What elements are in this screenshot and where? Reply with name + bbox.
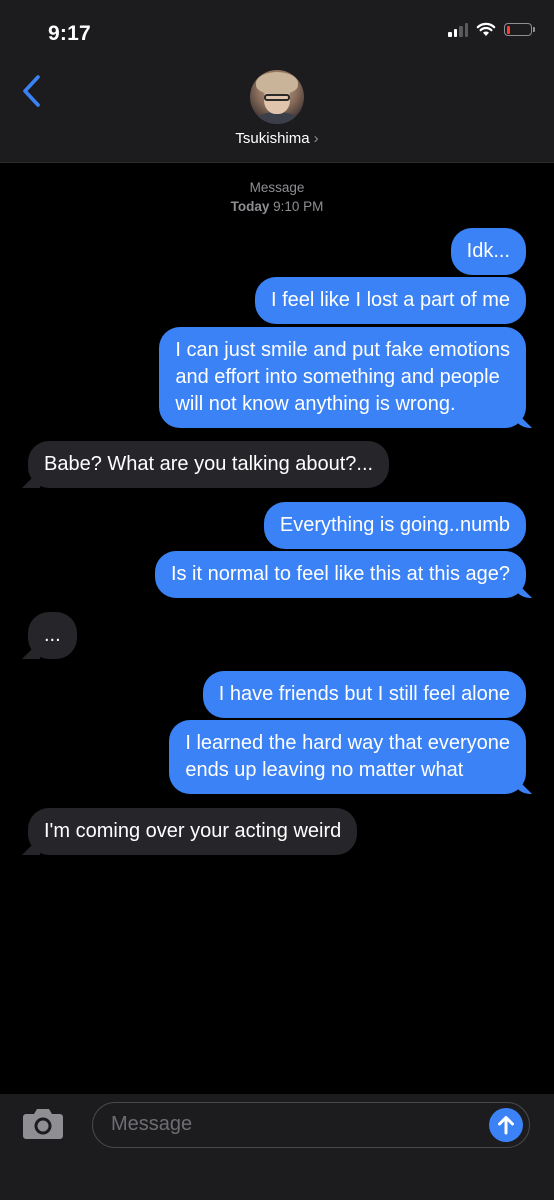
message-bubble-sent[interactable]: I feel like I lost a part of me: [255, 277, 526, 324]
message-input[interactable]: Message: [92, 1102, 530, 1148]
messages-screen: 9:17 Tsukishima › Message Today 9:10 PM …: [0, 0, 554, 1200]
conversation-header: 9:17 Tsukishima ›: [0, 0, 554, 163]
timestamp-label: Message: [249, 180, 305, 195]
camera-icon[interactable]: [22, 1106, 64, 1140]
message-bubble-sent[interactable]: I have friends but I still feel alone: [202, 671, 526, 718]
message-bubble-sent[interactable]: Everything is going..numb: [263, 502, 526, 549]
conversation-timestamp: Message Today 9:10 PM: [0, 178, 554, 216]
contact-avatar[interactable]: [250, 70, 304, 124]
contact-name-button[interactable]: Tsukishima ›: [0, 130, 554, 147]
message-bubble-received[interactable]: I'm coming over your acting weird: [28, 808, 358, 855]
message-bubble-sent[interactable]: Idk...: [450, 228, 526, 275]
message-bubble-sent[interactable]: I learned the hard way that everyone end…: [169, 720, 526, 794]
contact-name: Tsukishima: [235, 130, 310, 147]
send-arrow-icon: [498, 1116, 514, 1135]
status-time: 9:17: [48, 22, 91, 45]
battery-icon: [504, 23, 535, 36]
timestamp-day: Today: [230, 199, 270, 214]
timestamp-time: 9:10 PM: [273, 199, 324, 214]
message-bubble-sent[interactable]: Is it normal to feel like this at this a…: [154, 551, 526, 598]
send-button[interactable]: [489, 1108, 523, 1142]
message-bubble-received[interactable]: Babe? What are you talking about?...: [28, 441, 390, 488]
message-input-placeholder: Message: [111, 1113, 193, 1135]
message-bubble-received[interactable]: ...: [28, 612, 77, 659]
wifi-icon: [476, 22, 496, 36]
message-bubble-sent[interactable]: I can just smile and put fake emotions a…: [159, 327, 526, 428]
signal-icon: [448, 22, 468, 37]
back-chevron-icon[interactable]: [20, 74, 44, 108]
status-icons: [448, 22, 535, 37]
chevron-right-icon: ›: [313, 130, 319, 147]
